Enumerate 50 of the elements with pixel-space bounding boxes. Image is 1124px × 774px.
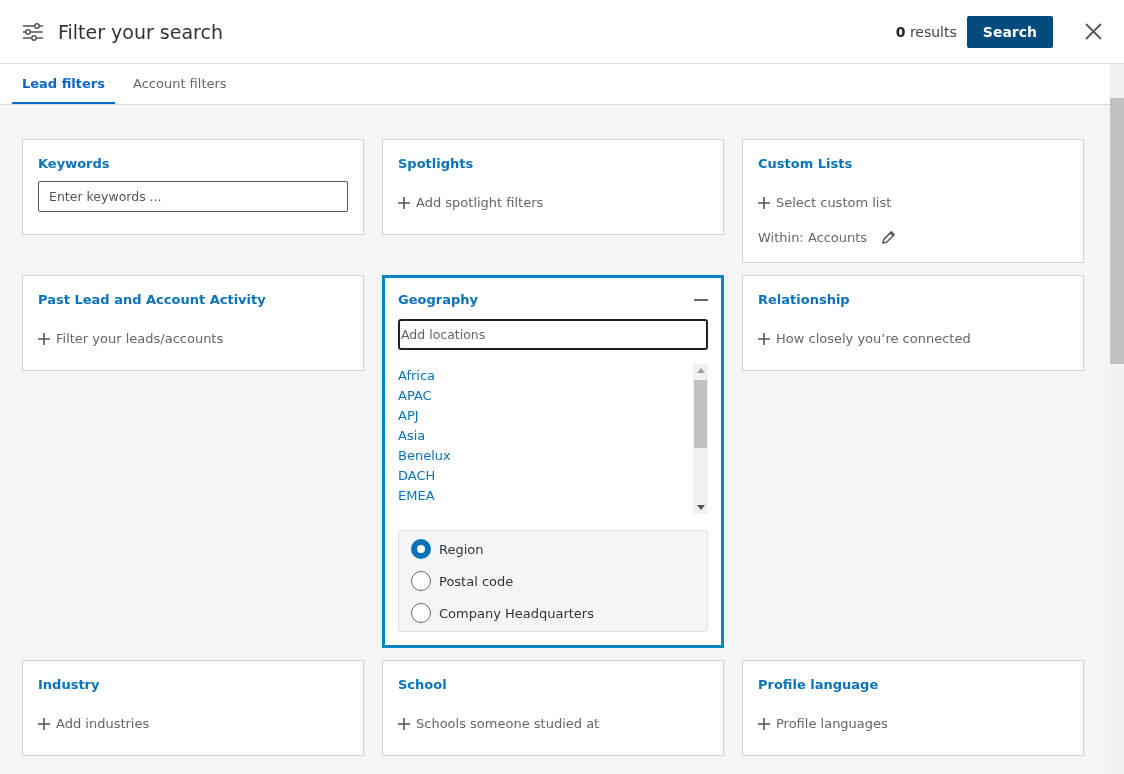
add-filter-button[interactable]: Filter your leads/accounts [38, 331, 224, 346]
scroll-down-icon[interactable] [696, 505, 705, 510]
add-filter-button[interactable]: Add industries [38, 716, 150, 731]
radio-button[interactable] [411, 539, 431, 559]
plus-icon [38, 332, 50, 345]
plus-icon [38, 717, 50, 730]
plus-icon [758, 332, 770, 345]
radio-button[interactable] [411, 603, 431, 623]
card-title: Geography [398, 292, 478, 307]
card-title: Spotlights [398, 156, 474, 171]
list-scrollbar[interactable] [693, 364, 708, 514]
results-count: 0 results [895, 23, 957, 40]
add-filter-button[interactable]: Select custom list [758, 195, 892, 210]
plus-icon [398, 196, 410, 209]
location-option[interactable]: EMEA [398, 486, 693, 506]
radio-label[interactable]: Postal code [439, 573, 514, 589]
sliders-icon[interactable] [22, 22, 44, 41]
collapse-icon[interactable] [694, 298, 708, 301]
page-scrollbar[interactable] [1110, 64, 1124, 774]
pencil-icon[interactable] [881, 230, 897, 245]
card-title: Relationship [758, 292, 850, 307]
card-title: Keywords [38, 156, 110, 171]
radio-label[interactable]: Company Headquarters [439, 605, 594, 621]
location-option[interactable]: DACH [398, 466, 693, 486]
radio-label[interactable]: Region [439, 541, 484, 557]
add-filter-button[interactable]: How closely you’re connected [758, 331, 971, 346]
location-option[interactable]: Africa [398, 366, 693, 386]
location-option[interactable]: Benelux [398, 446, 693, 466]
card-title: Custom Lists [758, 156, 853, 171]
plus-icon [758, 196, 770, 209]
dialog-title: Filter your search [58, 20, 224, 43]
card-title: School [398, 677, 447, 692]
plus-icon [758, 717, 770, 730]
add-filter-button[interactable]: Add spotlight filters [398, 195, 544, 210]
search-button[interactable]: Search [966, 15, 1053, 48]
close-icon[interactable] [1085, 23, 1102, 40]
location-option[interactable]: APAC [398, 386, 693, 406]
radio-button[interactable] [411, 571, 431, 591]
card-title: Past Lead and Account Activity [38, 292, 266, 307]
add-filter-button[interactable]: Schools someone studied at [398, 716, 600, 731]
card-title: Profile language [758, 677, 879, 692]
location-option[interactable]: APJ [398, 406, 693, 426]
locations-field[interactable]: Add locations [398, 319, 708, 350]
card-title: Industry [38, 677, 100, 692]
add-filter-button[interactable]: Profile languages [758, 716, 888, 731]
filter-tab[interactable]: Account filters [123, 64, 237, 104]
plus-icon [398, 717, 410, 730]
location-option[interactable]: Asia [398, 426, 693, 446]
within-label: Within: Accounts [758, 230, 868, 245]
keywords-field[interactable]: Enter keywords ... [38, 181, 348, 212]
